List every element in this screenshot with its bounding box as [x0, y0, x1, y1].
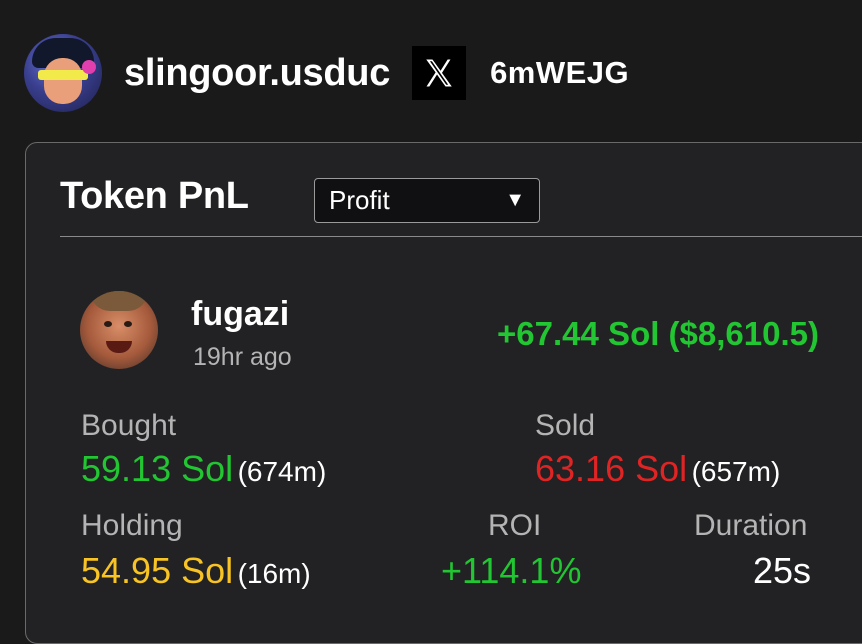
- profile-avatar[interactable]: [24, 34, 102, 112]
- holding-value: 54.95 Sol: [81, 550, 234, 591]
- token-avatar[interactable]: [80, 291, 158, 369]
- token-pnl-card: Token PnL Profit ▼ fugazi 19hr ago +67.4…: [25, 142, 862, 644]
- card-title: Token PnL: [60, 175, 249, 217]
- chevron-down-icon: ▼: [505, 189, 525, 211]
- bought-detail: (674m): [237, 456, 327, 487]
- token-name[interactable]: fugazi: [191, 295, 289, 334]
- sold-value-row: 63.16 Sol (657m): [535, 448, 780, 490]
- pnl-filter-select[interactable]: Profit ▼: [314, 178, 540, 223]
- token-pnl-value: +67.44 Sol ($8,610.5): [497, 315, 819, 352]
- roi-value: +114.1%: [441, 550, 582, 591]
- token-time-ago: 19hr ago: [193, 343, 292, 371]
- bought-label: Bought: [81, 409, 177, 442]
- profile-username[interactable]: slingoor.usduc: [124, 52, 390, 95]
- pnl-filter-value: Profit: [329, 185, 390, 215]
- bought-value: 59.13 Sol: [81, 448, 234, 489]
- sold-detail: (657m): [691, 456, 781, 487]
- duration-label: Duration: [694, 509, 808, 542]
- profile-handle[interactable]: 6mWEJG: [490, 55, 629, 91]
- bought-value-row: 59.13 Sol (674m): [81, 448, 326, 490]
- sold-value: 63.16 Sol: [535, 448, 688, 489]
- sold-label: Sold: [535, 409, 596, 442]
- x-logo-icon[interactable]: [412, 46, 467, 100]
- profile-header: slingoor.usduc 6mWEJG: [24, 34, 629, 112]
- duration-value: 25s: [753, 550, 812, 591]
- holding-detail: (16m): [237, 558, 311, 589]
- roi-label: ROI: [488, 509, 542, 542]
- divider: [60, 236, 862, 237]
- holding-label: Holding: [81, 509, 183, 542]
- holding-value-row: 54.95 Sol (16m): [81, 550, 311, 592]
